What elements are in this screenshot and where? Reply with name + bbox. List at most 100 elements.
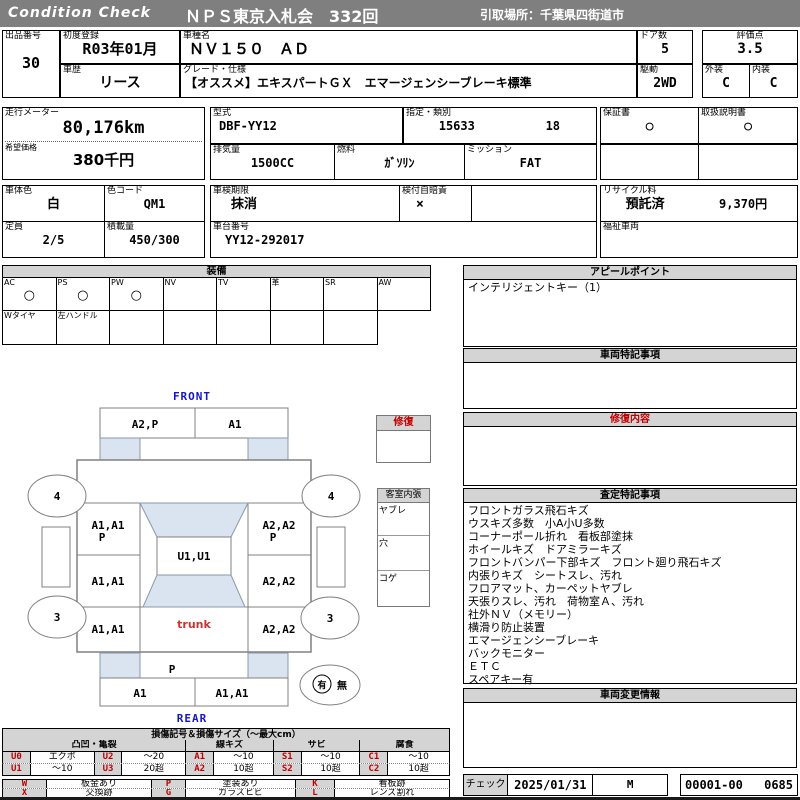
manual-cell: 取扱説明書 ○ [698, 107, 798, 144]
assessment-line: ホイールキズ ドアミラーキズ [468, 543, 622, 556]
right-front-door-damage-2: P [270, 531, 277, 544]
vehicle-notes-text [464, 363, 796, 365]
doors-value: 5 [661, 42, 669, 57]
assessment-line: ウスキズ多数 小A小U多数 [468, 517, 605, 530]
equipment-label: 革 [271, 278, 280, 287]
front-corner-left [99, 437, 141, 461]
equipment-mark: ○ [77, 288, 89, 303]
trunk-label: trunk [177, 618, 211, 631]
empty-cell [600, 144, 699, 180]
model-code-label: 型式 [213, 108, 232, 118]
equipment-cell-sr: SR [324, 278, 378, 310]
spare-flag-ellipse [299, 664, 361, 706]
model-code-value: DBF-YY12 [219, 119, 277, 133]
wheel-left [41, 526, 71, 588]
pickup-location: 引取場所：千葉県四街道市 [480, 8, 625, 22]
insurance-label: 検付自賠責 [402, 186, 448, 196]
check-date: 2025/01/31 [508, 775, 594, 795]
drive-label: 駆動 [640, 65, 659, 75]
left-quarter-damage: A1,A1 [91, 623, 124, 636]
appeal-points-panel: アピールポイント インテリジェントキー（1） [463, 265, 797, 347]
insurance-cell: 検付自賠責 × [399, 185, 472, 222]
equipment-row-2: Wタイヤ 左ハンドル [2, 310, 378, 345]
exterior-grade-label: 外装 [705, 65, 724, 75]
load-capacity-value: 450/300 [129, 233, 180, 247]
warranty-circle: ○ [645, 119, 654, 134]
lot-number-label: 出品番号 [5, 31, 42, 41]
grade-cell: グレード・仕様 【オススメ】エキスパートＧＸ エマージェンシーブレーキ標準 [180, 64, 637, 98]
warranty-label: 保証書 [603, 108, 631, 118]
fuel-label: 燃料 [337, 145, 356, 155]
left-front-door-damage: A1,A1 [91, 519, 124, 532]
equipment-row-1: AC ○ PS ○ PW ○ NV TV 革 SR AW [2, 277, 431, 311]
rear-bumper [99, 677, 289, 707]
header-bar: Condition Check ＮＰＳ東京入札会 332回 引取場所：千葉県四街… [0, 0, 800, 27]
empty-cell [471, 185, 597, 222]
lot-number-cell: 出品番号 30 [2, 30, 60, 98]
assessment-line: 天張りスレ、汚れ 荷物室Ａ、汚れ [468, 595, 644, 608]
assessment-line: フロントバンパー下部キズ フロント廻り飛石キズ [468, 556, 722, 569]
warranty-cell: 保証書 ○ [600, 107, 699, 144]
inspection-label: 車検期限 [213, 186, 250, 196]
assessment-line: フロントガラス飛石キズ [468, 504, 589, 517]
history-value: リース [99, 75, 141, 91]
front-bumper-left-damage: A2,P [132, 418, 159, 431]
equipment-cell-leather: 革 [271, 278, 324, 310]
front-bumper [99, 407, 289, 439]
assessment-line: バックモニター [468, 647, 545, 660]
equipment-cell-pw: PW ○ [110, 278, 164, 310]
legend-code: S1 [273, 752, 302, 763]
equipment-label: PW [111, 278, 124, 287]
legend-code: S2 [273, 764, 302, 775]
legend-value: ～10 [302, 752, 361, 763]
assessment-line: コーナーポール折れ 看板部塗抹 [468, 530, 633, 543]
windshield [139, 502, 249, 538]
lot-number-value: 30 [21, 54, 41, 72]
vehicle-notes-panel: 車両特記事項 [463, 348, 797, 409]
designation-value-1: 15633 [438, 119, 475, 133]
front-bumper-right-damage: A1 [228, 418, 242, 431]
repair-flag-box: 修復 [376, 415, 431, 463]
right-front-door-damage: A2,A2 [262, 519, 295, 532]
welfare-vehicle-label: 福祉車両 [603, 222, 640, 232]
equipment-cell-nv: NV [164, 278, 217, 310]
recycle-amount-value: 9,370円 [719, 197, 768, 211]
legend-code: C1 [360, 752, 389, 763]
assessment-notes-header: 査定特記事項 [464, 489, 796, 503]
transmission-value: FAT [519, 156, 542, 170]
legend-value: 10超 [302, 764, 361, 775]
legend-value: エクボ [31, 752, 95, 763]
interior-grade-value: C [769, 76, 778, 91]
transmission-label: ミッション [467, 145, 513, 155]
empty-cell [698, 144, 798, 180]
odometer-value: 80,176km [62, 118, 145, 138]
rear-glass-damage: P [169, 663, 176, 676]
tire-grade-rear-right-value: 3 [327, 612, 334, 625]
price-value: 380千円 [72, 151, 135, 169]
interior-grade-label: 内装 [752, 65, 771, 75]
capacity-label: 定員 [5, 222, 24, 232]
inspection-cell: 車検期限 抹消 [210, 185, 400, 222]
drive-cell: 駆動 2WD [637, 64, 693, 98]
legend-group-corrosion: 腐食 [360, 740, 449, 751]
designation-cell: 指定・類別 15633 18 [403, 107, 597, 144]
color-code-value: QM1 [143, 197, 166, 211]
spare-yes-label: 有 [317, 679, 326, 691]
change-info-header: 車両変更情報 [464, 689, 796, 703]
legend-value: 10超 [214, 764, 274, 775]
legend-value: 10超 [408, 764, 429, 774]
color-code-cell: 色コード QM1 [104, 185, 205, 222]
chassis-number-cell: 車台番号 YY12-292017 [210, 221, 597, 258]
cabin-row-hole: 穴 [378, 536, 429, 571]
load-capacity-cell: 積載量 450/300 [104, 221, 205, 258]
repair-flag-header: 修復 [377, 416, 430, 431]
welfare-vehicle-cell: 福祉車両 [600, 221, 798, 258]
model-name-value: ＮＶ１５０ ＡＤ [189, 40, 310, 58]
left-rear-door-damage: A1,A1 [91, 575, 124, 588]
assessment-line: 横滑り防止装置 [468, 621, 545, 634]
legend-value: 20超 [122, 764, 187, 775]
tire-grade-rear-left-value: 3 [54, 611, 61, 624]
right-quarter-damage: A2,A2 [262, 623, 295, 636]
odometer-price-cell: 走行メーター 80,176km 希望価格 380千円 [2, 107, 205, 180]
equipment-cell-lhd: 左ハンドル [57, 311, 111, 344]
